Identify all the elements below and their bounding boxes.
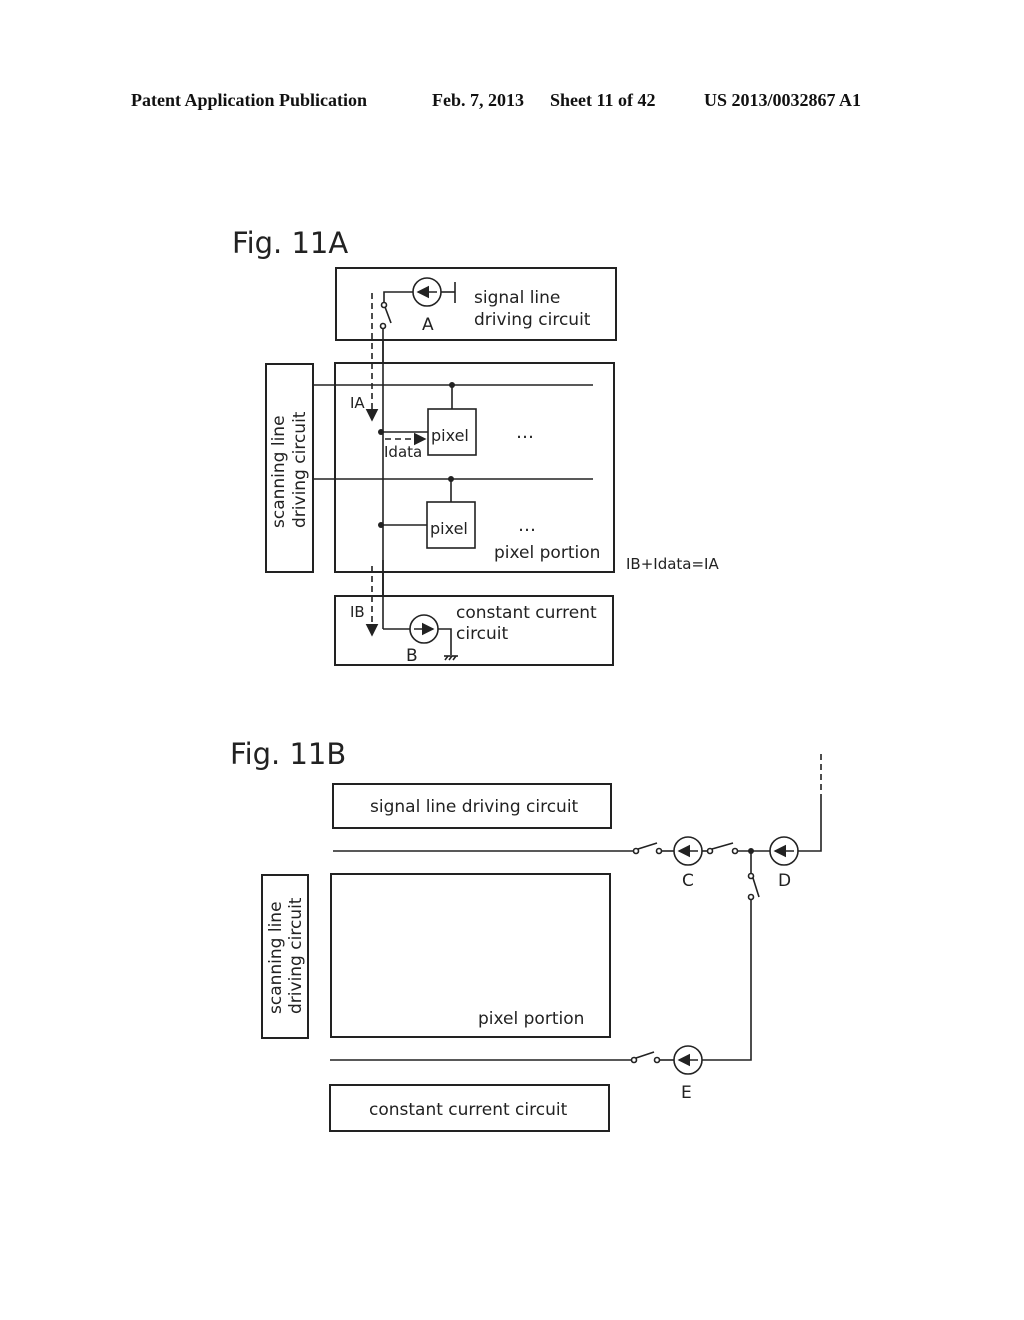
scanning-label-2: driving circuit xyxy=(290,411,310,528)
source-d-label: D xyxy=(778,871,791,891)
switch-c-left-icon xyxy=(632,842,663,855)
scanning-line-driving-circuit-box-b: scanning line driving circuit xyxy=(261,874,309,1039)
current-source-c-icon xyxy=(673,836,703,866)
pixel-portion-box-b: pixel portion xyxy=(330,873,611,1038)
fig-11b-title: Fig. 11B xyxy=(230,737,346,771)
current-source-e-icon xyxy=(673,1045,703,1075)
scanning-line-driving-circuit-box: scanning line driving circuit xyxy=(265,363,314,573)
fig-11a-title: Fig. 11A xyxy=(232,226,348,260)
scanning-label: scanning line xyxy=(269,415,289,528)
current-ia-label: IA xyxy=(350,394,365,412)
pixel-1-label: pixel xyxy=(431,426,469,445)
signal-line-label: signal line xyxy=(474,288,560,308)
constant-current-circuit-box: constant current circuit xyxy=(334,595,614,666)
pixel-portion-label: pixel portion xyxy=(494,543,600,563)
source-b-label: B xyxy=(406,646,418,666)
pixel-2-label: pixel xyxy=(430,519,468,538)
scanning-label-b-2: driving circuit xyxy=(286,897,306,1014)
source-e-label: E xyxy=(681,1083,692,1103)
switch-c-right-icon xyxy=(706,842,739,855)
source-c-label: C xyxy=(682,871,694,891)
current-ib-label: IB xyxy=(350,603,365,621)
current-equation: IB+Idata=IA xyxy=(626,555,719,573)
signal-line-label-2: driving circuit xyxy=(474,310,591,330)
constant-current-circuit-box-b: constant current circuit xyxy=(329,1084,610,1132)
current-idata-label: Idata xyxy=(384,443,422,461)
signal-line-driving-circuit-box-b: signal line driving circuit xyxy=(332,783,612,829)
ellipsis-row-1: … xyxy=(516,422,534,443)
switch-e-icon xyxy=(630,1051,661,1064)
switch-d-e-icon xyxy=(747,872,760,901)
scanning-label-b: scanning line xyxy=(266,901,286,1014)
ellipsis-row-2: … xyxy=(518,515,536,536)
constant-current-label: constant current xyxy=(456,603,597,623)
pixel-portion-label-b: pixel portion xyxy=(478,1009,584,1029)
current-source-d-icon xyxy=(769,836,799,866)
patent-figure-canvas: Fig. 11A signal line driving circuit A s… xyxy=(230,226,822,1132)
constant-current-label-b: constant current circuit xyxy=(369,1100,568,1120)
source-a-label: A xyxy=(422,315,434,335)
signal-line-driving-circuit-box: signal line driving circuit xyxy=(335,267,617,341)
signal-line-label-b: signal line driving circuit xyxy=(370,797,579,817)
constant-current-label-2: circuit xyxy=(456,624,509,644)
